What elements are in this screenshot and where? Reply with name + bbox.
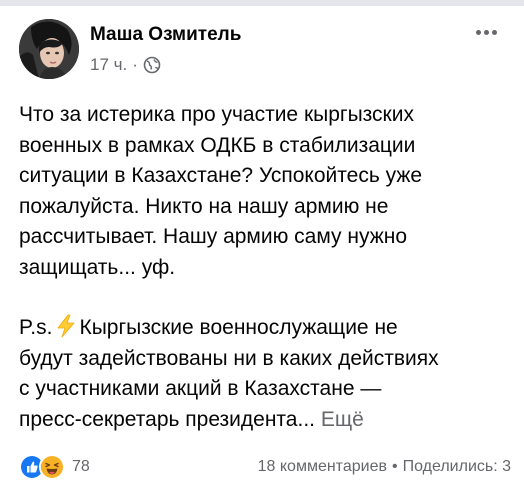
more-options-icon[interactable]	[470, 22, 502, 42]
ps-text: Кыргызские военнослужащие не	[79, 316, 398, 339]
reactions-summary[interactable]: 78	[19, 454, 90, 480]
post-footer: 78 18 комментариев • Поделились: 3	[19, 454, 511, 480]
post-text-line: защищать... уф.	[19, 255, 176, 279]
comments-count[interactable]: 18 комментариев	[258, 458, 387, 476]
engagement-stats: 18 комментариев • Поделились: 3	[258, 458, 511, 476]
ps-prefix: P.s.	[19, 316, 53, 339]
reaction-count: 78	[72, 458, 90, 475]
avatar[interactable]	[19, 19, 79, 79]
post-text-line: военных в рамках ОДКБ в стабилизации	[19, 133, 416, 157]
stats-separator: •	[391, 458, 398, 475]
post-text-line: рассчитывает. Нашу армию саму нужно	[19, 225, 408, 248]
high-voltage-icon	[55, 314, 77, 338]
post-body: Что за истерика про участие кыргызских в…	[19, 100, 514, 435]
ellipsis: ...	[297, 407, 316, 431]
shares-count[interactable]: Поделились: 3	[403, 458, 511, 476]
ps-text: пресс-секретарь президента	[19, 407, 298, 431]
post-text-line: ситуации в Казахстане? Успокойтесь уже	[19, 164, 423, 187]
post-text-line: Что за истерика про участие кыргызских	[19, 103, 414, 126]
ps-line: P.s. Кыргызские военнослужащие не	[19, 313, 514, 344]
author-name[interactable]: Маша Озмитель	[90, 24, 241, 46]
reaction-icons	[19, 454, 65, 480]
meta-separator: ·	[132, 55, 138, 74]
globe-icon	[143, 56, 161, 74]
top-divider	[0, 0, 524, 6]
ps-line: пресс-секретарь президента... Ещё	[19, 405, 514, 436]
post-meta: 17 ч. ·	[90, 55, 161, 75]
haha-icon	[39, 454, 65, 480]
see-more-link[interactable]: Ещё	[321, 408, 364, 431]
post-text-line: пожалуйста. Никто на нашу армию не	[19, 194, 389, 218]
ps-line: с участниками акций в Казахстане —	[19, 377, 382, 400]
post-timestamp[interactable]: 17 ч.	[90, 55, 127, 75]
ps-line: будут задействованы ни в каких действиях	[19, 346, 439, 370]
